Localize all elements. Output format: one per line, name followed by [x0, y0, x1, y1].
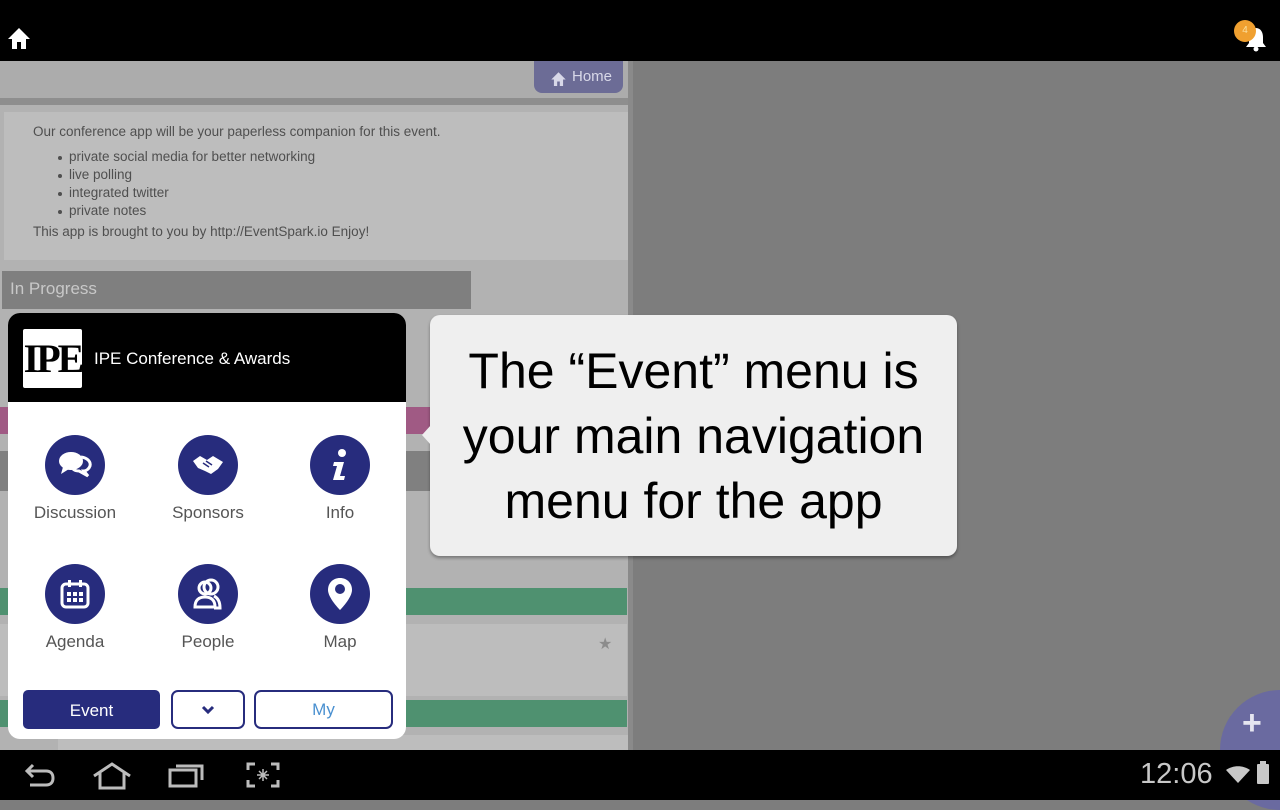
top-action-bar: 4: [0, 0, 1280, 61]
menu-item-info[interactable]: Info: [285, 435, 395, 523]
event-menu-button[interactable]: Event: [23, 690, 160, 729]
feature-item: live polling: [54, 166, 315, 184]
notification-badge: 4: [1234, 20, 1256, 42]
my-menu-button[interactable]: My: [254, 690, 393, 729]
home-icon: [93, 762, 131, 790]
event-menu-header: IPE IPE Conference & Awards: [8, 313, 406, 402]
tooltip-line: menu for the app: [504, 473, 883, 529]
feature-item: private social media for better networki…: [54, 148, 315, 166]
menu-item-label: Info: [325, 503, 355, 522]
menu-item-label: People: [181, 632, 235, 651]
home-icon: [550, 68, 567, 100]
menu-item-people[interactable]: People: [153, 564, 263, 652]
intro-footer: This app is brought to you by http://Eve…: [33, 224, 370, 239]
menu-item-agenda[interactable]: Agenda: [20, 564, 130, 652]
screenshot-button[interactable]: [246, 762, 280, 793]
home-tab-label: Home: [572, 68, 613, 85]
tooltip-line: your main navigation: [462, 408, 925, 464]
feature-item: integrated twitter: [54, 184, 315, 202]
battery-icon: [1257, 761, 1269, 784]
onboarding-tooltip[interactable]: The “Event” menu is your main navigation…: [422, 315, 957, 556]
clock: 12:06: [1140, 758, 1213, 790]
calendar-icon: [60, 580, 90, 609]
intro-lead: Our conference app will be your paperles…: [33, 124, 441, 139]
menu-item-label: Map: [323, 632, 357, 651]
chat-bubbles-icon: [59, 452, 92, 478]
tooltip-text: The “Event” menu is your main navigation…: [430, 339, 957, 534]
expand-menu-button[interactable]: [171, 690, 245, 729]
people-icon: [193, 578, 222, 610]
recent-apps-icon: [168, 764, 204, 788]
intro-card: Our conference app will be your paperles…: [4, 112, 628, 260]
info-icon: [333, 449, 346, 480]
menu-item-discussion[interactable]: Discussion: [20, 435, 130, 523]
screenshot-icon: [246, 762, 280, 788]
plus-icon: +: [1242, 704, 1262, 742]
feature-item: private notes: [54, 202, 315, 220]
recent-apps-button[interactable]: [168, 762, 204, 793]
map-pin-icon: [328, 578, 352, 610]
event-logo: IPE: [23, 329, 84, 388]
menu-item-label: Sponsors: [172, 503, 244, 522]
feature-list: private social media for better networki…: [54, 148, 315, 220]
home-icon: [8, 28, 30, 49]
chevron-down-icon: [201, 705, 215, 714]
system-bar: 12:06: [0, 750, 1280, 800]
event-title: IPE Conference & Awards: [94, 349, 291, 368]
home-tab[interactable]: Home: [534, 61, 623, 93]
tooltip-line: The “Event” menu is: [468, 343, 919, 399]
divider: [0, 98, 633, 105]
back-button[interactable]: [24, 762, 56, 793]
notifications-button[interactable]: 4: [1234, 20, 1274, 54]
in-progress-header: In Progress: [2, 271, 471, 309]
menu-item-map[interactable]: Map: [285, 564, 395, 652]
home-nav-button[interactable]: [92, 762, 132, 795]
menu-item-sponsors[interactable]: Sponsors: [153, 435, 263, 523]
home-button[interactable]: [6, 26, 32, 52]
menu-item-label: Discussion: [33, 503, 117, 522]
back-icon: [24, 763, 55, 787]
menu-item-label: Agenda: [45, 632, 105, 651]
star-icon[interactable]: ★: [598, 634, 612, 654]
wifi-icon: [1226, 766, 1250, 783]
event-menu: IPE IPE Conference & Awards Discussion S…: [8, 313, 406, 739]
handshake-icon: [193, 456, 223, 474]
